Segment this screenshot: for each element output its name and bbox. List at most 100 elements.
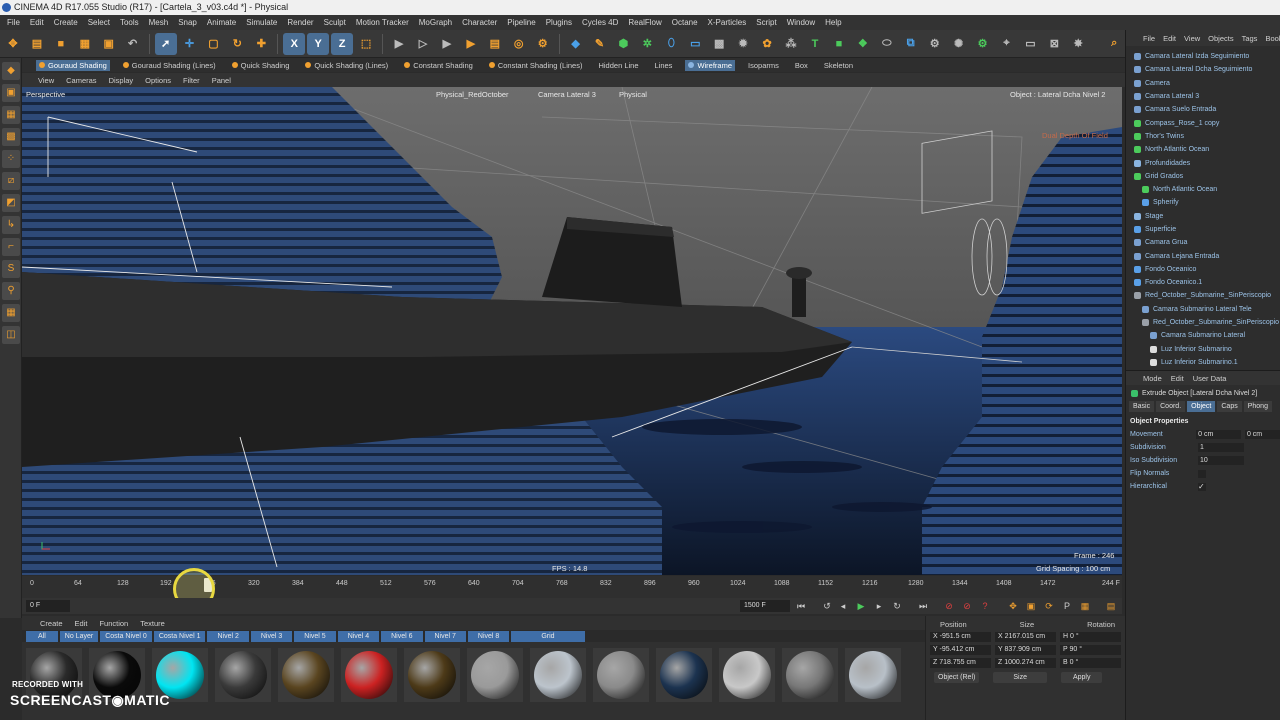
start-frame-field[interactable]: 0 F: [26, 600, 70, 612]
hair-icon[interactable]: ⚙: [972, 33, 994, 55]
position-z-field[interactable]: Z 718.755 cm: [930, 658, 991, 668]
material-swatch[interactable]: [656, 648, 712, 702]
matrix-icon[interactable]: ⬭: [876, 33, 898, 55]
pen-icon[interactable]: ✎: [589, 33, 611, 55]
iso-subdivision-field[interactable]: 10: [1198, 456, 1244, 465]
menu-create[interactable]: Create: [49, 18, 83, 27]
object-menu-view[interactable]: View: [1184, 34, 1200, 43]
play-icon[interactable]: ▶: [854, 599, 868, 613]
layer-tab[interactable]: Nivel 5: [294, 630, 336, 642]
subdivision-field[interactable]: 1: [1198, 443, 1244, 452]
goto-end-icon[interactable]: ⏭: [916, 599, 930, 613]
object-tree-item[interactable]: Camara Lejana Entrada: [1126, 249, 1280, 262]
object-tree-item[interactable]: Red_October_Submarine_SinPeriscopio: [1126, 316, 1280, 329]
parameter-key-icon[interactable]: P: [1060, 599, 1074, 613]
tag-icon[interactable]: ✿: [756, 33, 778, 55]
planar-workplane-icon[interactable]: ◫: [2, 326, 20, 344]
menu-sculpt[interactable]: Sculpt: [319, 18, 351, 27]
floor-icon[interactable]: ▭: [684, 33, 706, 55]
menu-octane[interactable]: Octane: [667, 18, 703, 27]
shading-quick[interactable]: Quick Shading: [229, 60, 293, 71]
menu-realflow[interactable]: RealFlow: [623, 18, 666, 27]
viewport-menu-cameras[interactable]: Cameras: [66, 76, 96, 85]
menu-x-particles[interactable]: X-Particles: [703, 18, 752, 27]
attribute-menu-user-data[interactable]: User Data: [1193, 374, 1227, 383]
object-tree-item[interactable]: Thor's Twins: [1126, 130, 1280, 143]
model-mode-icon[interactable]: ▣: [2, 84, 20, 102]
material-swatch[interactable]: [404, 648, 460, 702]
material-menu-edit[interactable]: Edit: [75, 619, 88, 628]
object-tree-item[interactable]: North Atlantic Ocean: [1126, 143, 1280, 156]
viewport-menu-options[interactable]: Options: [145, 76, 171, 85]
object-tree-item[interactable]: Fondo Oceanico: [1126, 263, 1280, 276]
object-tree-item[interactable]: Superficie: [1126, 223, 1280, 236]
mograph-icon[interactable]: ⁂: [780, 33, 802, 55]
end-frame-field[interactable]: 1500 F: [740, 600, 790, 612]
shading-wireframe[interactable]: Wireframe: [685, 59, 736, 71]
shading-constant[interactable]: Constant Shading: [401, 60, 476, 71]
object-tree-item[interactable]: Grid Grados: [1126, 170, 1280, 183]
tab-phong[interactable]: Phong: [1243, 401, 1272, 412]
add-object-icon[interactable]: ✚: [250, 33, 272, 55]
keyframe-selection-icon[interactable]: ?: [978, 599, 992, 613]
object-tree-item[interactable]: Spherify: [1126, 196, 1280, 209]
shading-box[interactable]: Box: [792, 60, 811, 71]
menu-mesh[interactable]: Mesh: [144, 18, 174, 27]
position-x-field[interactable]: X -951.5 cm: [930, 632, 991, 642]
next-frame-icon[interactable]: ▸: [872, 599, 886, 613]
array-icon[interactable]: ✲: [636, 33, 658, 55]
material-swatch[interactable]: [845, 648, 901, 702]
tab-object[interactable]: Object: [1187, 401, 1216, 412]
shading-quick-lines[interactable]: Quick Shading (Lines): [302, 60, 391, 71]
menu-help[interactable]: Help: [820, 18, 846, 27]
axis-y-button[interactable]: Y: [307, 32, 330, 55]
object-tree-item[interactable]: Luz Inferior Submarino.1: [1126, 356, 1280, 369]
text-spline-icon[interactable]: T: [804, 33, 826, 55]
object-tree-item[interactable]: Camara Lateral Dcha Seguimiento: [1126, 63, 1280, 76]
scale-key-icon[interactable]: ▣: [1024, 599, 1038, 613]
menu-edit[interactable]: Edit: [25, 18, 49, 27]
axis-x-button[interactable]: X: [283, 32, 306, 55]
render-picture-viewer-icon[interactable]: ▶: [436, 33, 458, 55]
tab-caps[interactable]: Caps: [1217, 401, 1242, 412]
menu-plugins[interactable]: Plugins: [541, 18, 577, 27]
live-selection-icon[interactable]: ➚: [154, 32, 177, 55]
xparticles-icon[interactable]: ⊠: [1043, 33, 1065, 55]
object-menu-edit[interactable]: Edit: [1163, 34, 1176, 43]
camera-icon[interactable]: ▩: [708, 33, 730, 55]
polygons-mode-icon[interactable]: ◩: [2, 194, 20, 212]
octane-icon[interactable]: ◎: [508, 33, 530, 55]
rotation-b-field[interactable]: B 0 °: [1060, 658, 1121, 668]
xpresso-icon[interactable]: ⚙: [924, 33, 946, 55]
material-swatch[interactable]: [215, 648, 271, 702]
shading-constant-lines[interactable]: Constant Shading (Lines): [486, 60, 586, 71]
timeline-window-icon[interactable]: ▤: [1104, 599, 1118, 613]
record-icon[interactable]: ⊘: [942, 599, 956, 613]
flip-normals-checkbox[interactable]: [1198, 469, 1206, 478]
render-view-icon[interactable]: ▶: [388, 33, 410, 55]
material-swatch[interactable]: [530, 648, 586, 702]
render-settings-icon[interactable]: ▣: [98, 33, 120, 55]
layer-tab[interactable]: Nivel 8: [467, 630, 510, 642]
tab-basic[interactable]: Basic: [1129, 401, 1155, 412]
make-editable-icon[interactable]: ◆: [2, 62, 20, 80]
effector-icon[interactable]: ⧉: [900, 33, 922, 55]
object-menu-tags[interactable]: Tags: [1242, 34, 1258, 43]
shading-gouraud-lines[interactable]: Gouraud Shading (Lines): [120, 60, 219, 71]
object-menu-file[interactable]: File: [1143, 34, 1155, 43]
size-z-field[interactable]: Z 1000.274 cm: [995, 658, 1056, 668]
workplane-icon[interactable]: ▩: [2, 128, 20, 146]
menu-snap[interactable]: Snap: [173, 18, 202, 27]
apply-button[interactable]: Apply: [1060, 672, 1103, 683]
object-tree-item[interactable]: Camara Grua: [1126, 236, 1280, 249]
object-tree-item[interactable]: Camara Suelo Entrada: [1126, 103, 1280, 116]
layer-tab[interactable]: Nivel 4: [337, 630, 380, 642]
object-tree-item[interactable]: Fondo Oceanico.1: [1126, 276, 1280, 289]
tweak-icon[interactable]: ⌐: [2, 238, 20, 256]
object-tree-item[interactable]: Stage: [1126, 210, 1280, 223]
size-x-field[interactable]: X 2167.015 cm: [995, 632, 1056, 642]
render-region-icon[interactable]: ▷: [412, 33, 434, 55]
shading-hidden-line[interactable]: Hidden Line: [595, 60, 641, 71]
move-tool-icon[interactable]: ✥: [2, 33, 24, 55]
object-tree-item[interactable]: Camara Submarino Lateral: [1126, 329, 1280, 342]
